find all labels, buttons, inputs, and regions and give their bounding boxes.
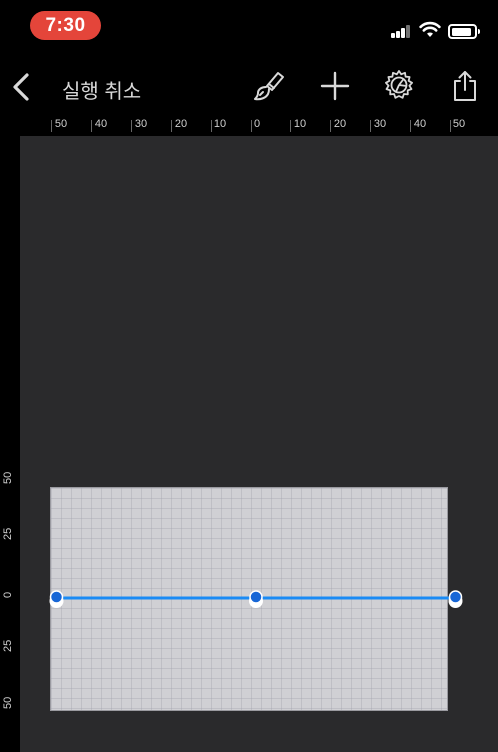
h-ruler-label: 0 [253,118,261,130]
h-ruler-label: 40 [94,118,108,130]
vertical-ruler: 50 25 0 25 50 [0,136,20,752]
undo-button[interactable]: 실행 취소 [62,75,141,104]
battery-icon [448,24,480,39]
h-ruler-tick [51,120,52,132]
canvas-area[interactable] [20,136,498,752]
control-point-dot [49,590,64,604]
h-ruler-label: 50 [54,118,68,130]
nav-bar: 실행 취소 [0,56,498,116]
h-ruler-label: 30 [373,118,387,130]
control-point-dot [249,590,263,604]
h-ruler-tick [171,120,172,132]
h-ruler-label: 10 [213,118,227,130]
h-ruler-tick [410,120,411,132]
h-ruler-tick [211,120,212,132]
v-ruler-label: 25 [2,639,14,652]
v-ruler-label: 25 [2,527,14,540]
back-chevron-icon[interactable] [10,72,32,102]
h-ruler-tick [370,120,371,132]
control-point-dot [448,590,463,604]
share-icon[interactable] [448,69,482,103]
h-ruler-label: 40 [413,118,427,130]
h-ruler-tick [450,120,451,132]
horizontal-ruler: 50 40 30 20 10 0 10 20 30 40 50 [0,116,498,136]
h-ruler-label: 10 [293,118,307,130]
h-ruler-tick [290,120,291,132]
curve-control-point[interactable] [49,590,64,608]
h-ruler-label: 50 [452,118,466,130]
plus-icon[interactable] [318,69,352,103]
h-ruler-tick [330,120,331,132]
h-ruler-tick [251,120,252,132]
status-bar: 7:30 [0,0,498,56]
curve-control-point[interactable] [448,590,463,608]
v-ruler-label: 50 [2,696,14,709]
h-ruler-label: 20 [333,118,347,130]
paintbrush-icon[interactable] [252,69,286,103]
status-time[interactable]: 7:30 [30,11,101,40]
curve-editor-grid[interactable] [50,487,448,711]
v-ruler-label: 50 [2,471,14,484]
curve-control-point[interactable] [249,590,263,608]
wifi-icon [419,21,441,37]
cellular-signal-icon [391,25,411,38]
h-ruler-label: 20 [174,118,188,130]
h-ruler-tick [131,120,132,132]
v-ruler-label: 0 [2,591,14,598]
gear-icon[interactable] [382,69,416,103]
h-ruler-label: 30 [134,118,148,130]
h-ruler-tick [91,120,92,132]
